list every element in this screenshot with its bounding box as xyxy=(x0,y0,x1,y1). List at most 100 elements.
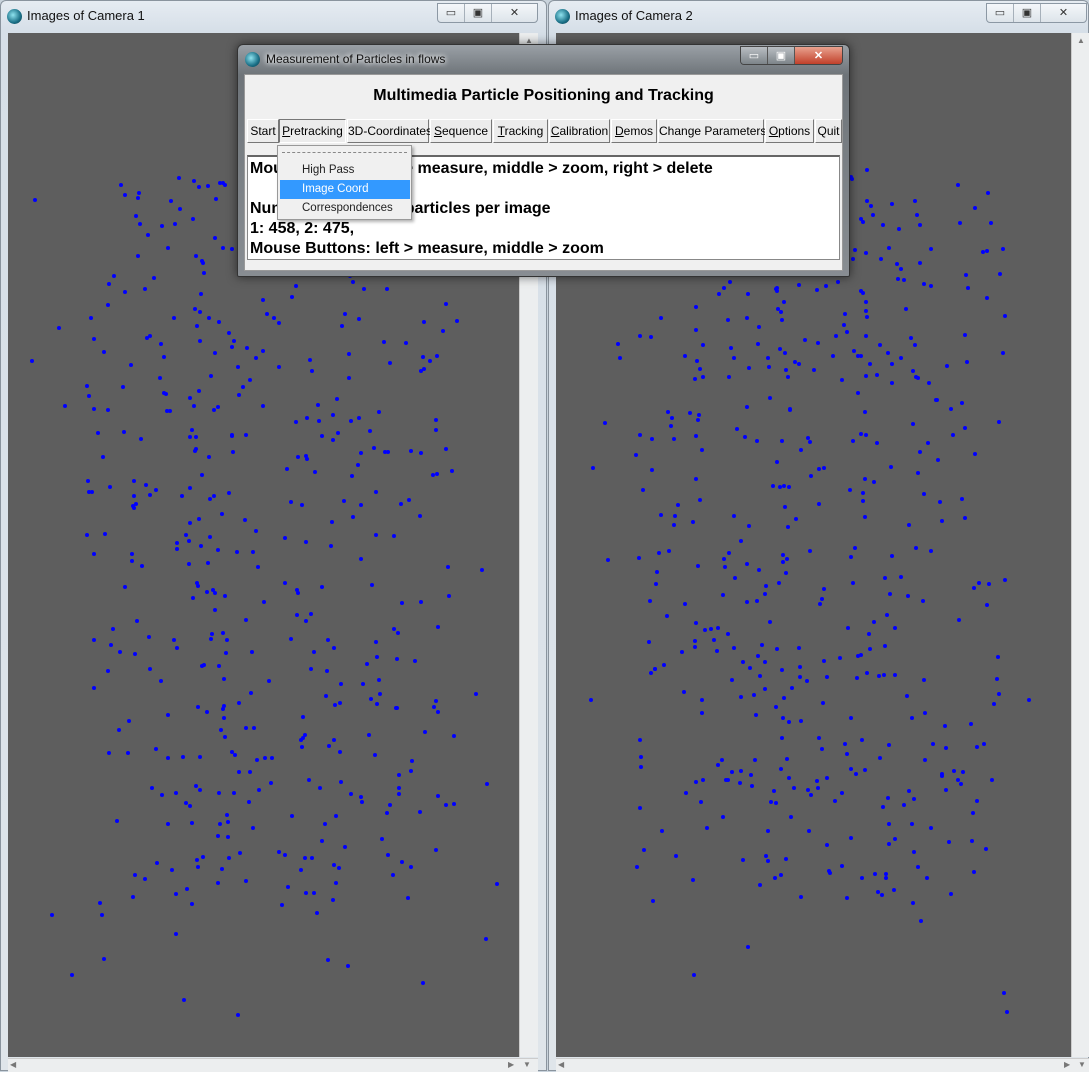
particle-marker xyxy=(195,865,200,870)
menu-button-options[interactable]: Options xyxy=(765,119,814,143)
maximize-button[interactable]: ▣ xyxy=(465,4,492,22)
particle-marker xyxy=(831,354,836,359)
particle-marker xyxy=(690,519,695,524)
particle-marker xyxy=(185,886,190,891)
particle-marker xyxy=(744,404,749,409)
particle-marker xyxy=(313,470,318,475)
particle-marker xyxy=(856,353,861,358)
minimize-button[interactable]: ▭ xyxy=(741,47,768,64)
particle-marker xyxy=(452,802,457,807)
particle-marker xyxy=(956,183,960,188)
particle-marker xyxy=(682,602,687,607)
particle-marker xyxy=(784,756,789,761)
particle-marker xyxy=(963,272,968,277)
particle-marker xyxy=(166,821,171,826)
menu-button-3d-coordinates[interactable]: 3D-Coordinates xyxy=(347,119,432,143)
close-button[interactable]: ✕ xyxy=(492,4,537,22)
menu-button-tracking[interactable]: Tracking xyxy=(493,119,548,143)
particle-marker xyxy=(793,517,798,522)
particle-marker xyxy=(283,535,288,540)
particle-marker xyxy=(212,235,217,240)
particle-marker xyxy=(808,793,813,798)
particle-marker xyxy=(964,360,969,365)
menu-button-start[interactable]: Start xyxy=(247,119,279,143)
particle-marker xyxy=(409,448,414,453)
particle-marker xyxy=(105,407,110,412)
particle-marker xyxy=(786,524,791,529)
menu-item-correspondences[interactable]: Correspondences xyxy=(280,199,410,218)
particle-marker xyxy=(672,436,677,441)
close-button[interactable]: ✕ xyxy=(795,47,842,64)
horizontal-scrollbar[interactable]: ◀ ▶ ▼ xyxy=(8,1058,538,1072)
particle-marker xyxy=(158,679,163,684)
particle-marker xyxy=(642,848,647,853)
particle-marker xyxy=(894,262,899,267)
scroll-down-arrow-icon[interactable]: ▼ xyxy=(523,1060,531,1069)
particle-marker xyxy=(224,651,229,656)
particle-marker xyxy=(197,184,202,189)
particle-marker xyxy=(174,932,179,937)
menu-button-sequence[interactable]: Sequence xyxy=(430,119,492,143)
minimize-button[interactable]: ▭ xyxy=(987,4,1014,22)
scroll-right-arrow-icon[interactable]: ▶ xyxy=(1064,1060,1070,1069)
particle-marker xyxy=(320,585,324,590)
particle-marker xyxy=(377,410,382,415)
vertical-scrollbar[interactable]: ▲ xyxy=(1071,33,1089,1057)
particle-marker xyxy=(252,726,257,731)
particle-marker xyxy=(769,800,774,805)
particle-marker xyxy=(784,571,789,576)
particle-marker xyxy=(303,618,308,623)
particle-marker xyxy=(343,844,348,849)
particle-marker xyxy=(220,245,225,250)
menu-button-pretracking[interactable]: Pretracking xyxy=(279,119,346,143)
tearoff-line[interactable] xyxy=(282,152,407,153)
particle-marker xyxy=(783,504,788,509)
particle-marker xyxy=(779,439,784,444)
particle-marker xyxy=(338,701,343,706)
horizontal-scrollbar[interactable]: ◀ ▶ ▼ xyxy=(556,1058,1089,1072)
particle-marker xyxy=(359,450,364,455)
menu-button-change-parameters[interactable]: Change Parameters xyxy=(658,119,766,143)
particle-marker xyxy=(884,872,889,877)
particle-marker xyxy=(335,397,340,401)
close-button[interactable]: ✕ xyxy=(1041,4,1086,22)
scroll-up-arrow-icon[interactable]: ▲ xyxy=(1077,36,1085,45)
particle-marker xyxy=(150,786,155,791)
particle-marker xyxy=(434,417,439,422)
menu-item-high-pass[interactable]: High Pass xyxy=(280,161,410,180)
particle-marker xyxy=(791,786,796,791)
particle-marker xyxy=(299,737,304,742)
menu-button-demos[interactable]: Demos xyxy=(611,119,657,143)
scroll-right-arrow-icon[interactable]: ▶ xyxy=(508,1060,514,1069)
menu-button-quit[interactable]: Quit xyxy=(815,119,842,143)
particle-marker xyxy=(963,515,968,520)
particle-marker xyxy=(956,618,961,623)
particle-marker xyxy=(194,858,199,863)
particle-marker xyxy=(924,875,929,880)
particle-marker xyxy=(208,534,213,539)
maximize-button[interactable]: ▣ xyxy=(768,47,795,64)
particle-marker xyxy=(859,653,864,658)
minimize-button[interactable]: ▭ xyxy=(438,4,465,22)
particle-marker xyxy=(369,583,374,588)
particle-marker xyxy=(883,643,888,648)
particle-marker xyxy=(835,279,840,284)
particle-marker xyxy=(391,626,396,631)
menu-item-image-coord[interactable]: Image Coord xyxy=(280,180,410,199)
particle-marker xyxy=(749,783,754,788)
particle-marker xyxy=(372,753,377,758)
particle-marker xyxy=(191,403,196,408)
particle-marker xyxy=(174,891,179,896)
scroll-left-arrow-icon[interactable]: ◀ xyxy=(558,1060,564,1069)
particle-marker xyxy=(971,586,976,590)
particle-marker xyxy=(376,678,381,683)
particle-marker xyxy=(589,698,594,703)
particle-marker xyxy=(819,596,824,601)
maximize-button[interactable]: ▣ xyxy=(1014,4,1041,22)
particle-marker xyxy=(250,649,255,654)
particle-marker xyxy=(669,416,674,421)
scroll-left-arrow-icon[interactable]: ◀ xyxy=(10,1060,16,1069)
menu-button-calibration[interactable]: Calibration xyxy=(549,119,610,143)
scroll-down-arrow-icon[interactable]: ▼ xyxy=(1078,1060,1086,1069)
particle-marker xyxy=(928,548,933,553)
